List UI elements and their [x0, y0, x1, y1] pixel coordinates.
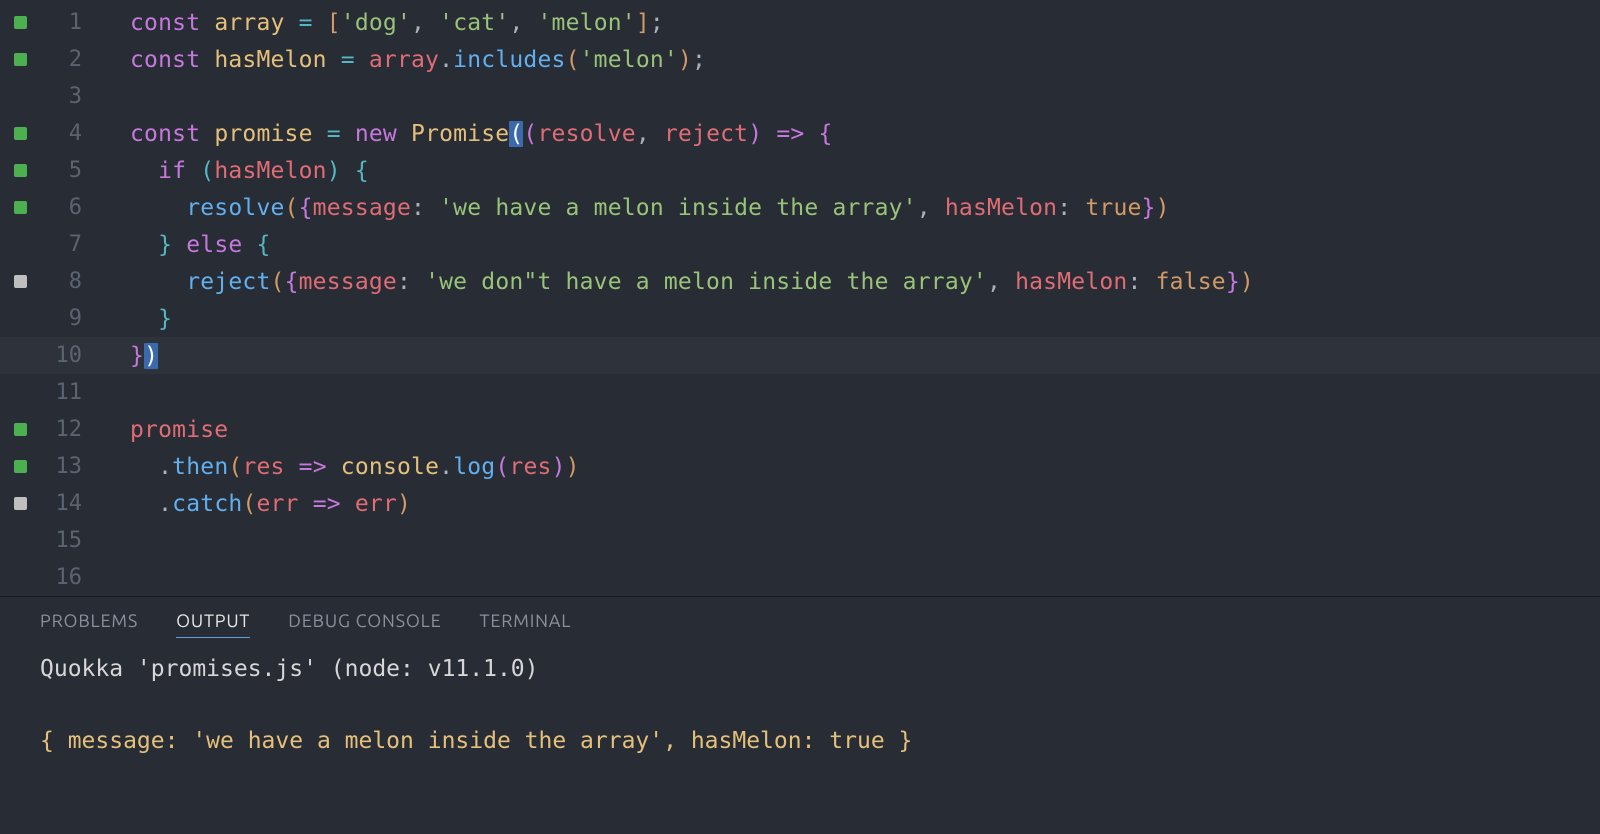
code-line[interactable]: 4 const promise = new Promise((resolve, …: [0, 115, 1600, 152]
coverage-dot-covered: [14, 460, 27, 473]
coverage-dot-uncovered: [14, 497, 27, 510]
gutter-marker: [0, 127, 40, 140]
gutter-marker: [0, 164, 40, 177]
code-line[interactable]: 16: [0, 559, 1600, 596]
code-content: }: [90, 306, 172, 332]
code-content: } else {: [90, 232, 271, 258]
code-content: const hasMelon = array.includes('melon')…: [90, 47, 706, 73]
code-line[interactable]: 14 .catch(err => err): [0, 485, 1600, 522]
code-line[interactable]: 3: [0, 78, 1600, 115]
code-line[interactable]: 6 resolve({message: 'we have a melon ins…: [0, 189, 1600, 226]
line-number: 2: [40, 47, 90, 72]
code-line[interactable]: 8 reject({message: 'we don"t have a melo…: [0, 263, 1600, 300]
code-line[interactable]: 9 }: [0, 300, 1600, 337]
code-line[interactable]: 2 const hasMelon = array.includes('melon…: [0, 41, 1600, 78]
gutter-marker: [0, 53, 40, 66]
code-line[interactable]: 13 .then(res => console.log(res)): [0, 448, 1600, 485]
tab-debug-console[interactable]: DEBUG CONSOLE: [288, 611, 441, 638]
line-number: 15: [40, 528, 90, 553]
output-console[interactable]: Quokka 'promises.js' (node: v11.1.0) { m…: [40, 650, 1560, 760]
editor-root: 1 const array = ['dog', 'cat', 'melon'];…: [0, 0, 1600, 834]
line-number: 8: [40, 269, 90, 294]
code-line[interactable]: 11: [0, 374, 1600, 411]
code-editor[interactable]: 1 const array = ['dog', 'cat', 'melon'];…: [0, 0, 1600, 596]
code-line[interactable]: 12 promise: [0, 411, 1600, 448]
coverage-dot-covered: [14, 127, 27, 140]
line-number: 3: [40, 84, 90, 109]
code-line[interactable]: 5 if (hasMelon) {: [0, 152, 1600, 189]
code-line-current[interactable]: 10 }): [0, 337, 1600, 374]
line-number: 5: [40, 158, 90, 183]
line-number: 6: [40, 195, 90, 220]
tab-output[interactable]: OUTPUT: [176, 611, 250, 638]
code-line[interactable]: 1 const array = ['dog', 'cat', 'melon'];: [0, 4, 1600, 41]
code-content: resolve({message: 'we have a melon insid…: [90, 195, 1170, 221]
gutter-marker: [0, 423, 40, 436]
gutter-marker: [0, 460, 40, 473]
gutter-marker: [0, 201, 40, 214]
code-content: const promise = new Promise((resolve, re…: [90, 121, 833, 147]
bottom-panel: PROBLEMS OUTPUT DEBUG CONSOLE TERMINAL Q…: [0, 596, 1600, 834]
line-number: 7: [40, 232, 90, 257]
code-line[interactable]: 7 } else {: [0, 226, 1600, 263]
line-number: 10: [40, 343, 90, 368]
coverage-dot-covered: [14, 16, 27, 29]
line-number: 9: [40, 306, 90, 331]
line-number: 14: [40, 491, 90, 516]
gutter-marker: [0, 16, 40, 29]
output-line: { message: 'we have a melon inside the a…: [40, 722, 1560, 760]
output-header: Quokka 'promises.js' (node: v11.1.0): [40, 650, 1560, 688]
tab-terminal[interactable]: TERMINAL: [480, 611, 572, 638]
coverage-dot-uncovered: [14, 275, 27, 288]
line-number: 13: [40, 454, 90, 479]
coverage-dot-covered: [14, 53, 27, 66]
matched-bracket-close: ): [144, 343, 158, 369]
panel-tabs: PROBLEMS OUTPUT DEBUG CONSOLE TERMINAL: [40, 611, 1560, 638]
tab-problems[interactable]: PROBLEMS: [40, 611, 138, 638]
matched-bracket-open: (: [509, 121, 523, 147]
line-number: 1: [40, 10, 90, 35]
code-line[interactable]: 15: [0, 522, 1600, 559]
line-number: 4: [40, 121, 90, 146]
code-content: .catch(err => err): [90, 491, 411, 517]
line-number: 16: [40, 565, 90, 590]
line-number: 11: [40, 380, 90, 405]
output-blank: [40, 688, 1560, 722]
coverage-dot-covered: [14, 423, 27, 436]
line-number: 12: [40, 417, 90, 442]
code-content: .then(res => console.log(res)): [90, 454, 580, 480]
coverage-dot-covered: [14, 201, 27, 214]
gutter-marker: [0, 497, 40, 510]
code-content: promise: [90, 417, 228, 443]
gutter-marker: [0, 275, 40, 288]
code-content: if (hasMelon) {: [90, 158, 369, 184]
coverage-dot-covered: [14, 164, 27, 177]
code-content: const array = ['dog', 'cat', 'melon'];: [90, 10, 664, 36]
code-content: }): [90, 343, 158, 369]
code-content: reject({message: 'we don"t have a melon …: [90, 269, 1254, 295]
